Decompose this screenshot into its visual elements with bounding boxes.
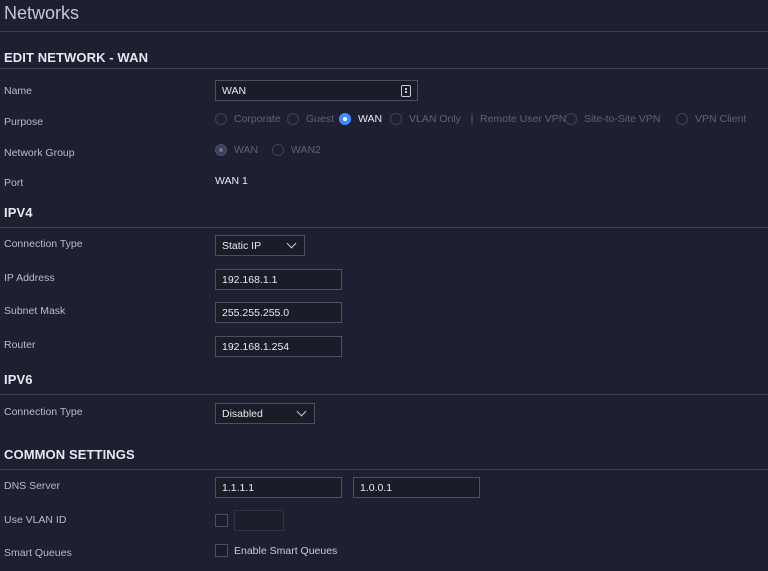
subnet-mask-input[interactable]: 255.255.255.0 (215, 302, 342, 323)
section-title-ipv6: IPV6 (4, 372, 33, 387)
ipv4-connection-type-select[interactable]: Static IP (215, 235, 305, 256)
header-divider (0, 31, 768, 32)
network-group-option-wan[interactable]: WAN (215, 144, 272, 156)
purpose-option-remote-user-vpn[interactable]: Remote User VPN (471, 113, 566, 125)
vlan-id-input[interactable] (234, 510, 284, 531)
purpose-label: Purpose (4, 116, 44, 128)
dns-primary-input[interactable]: 1.1.1.1 (215, 477, 342, 498)
radio-icon (287, 113, 299, 125)
section-title-ipv4: IPV4 (4, 205, 33, 220)
section-title-common-settings: COMMON SETTINGS (4, 447, 135, 462)
name-input-value: WAN (222, 84, 247, 97)
dns-server-label: DNS Server (4, 480, 61, 492)
network-group-radio-group: WAN WAN2 (215, 144, 321, 156)
radio-icon (676, 113, 688, 125)
ip-address-input[interactable]: 192.168.1.1 (215, 269, 342, 290)
chevron-down-icon (296, 406, 307, 417)
radio-selected-icon (215, 144, 227, 156)
enable-smart-queues-checkbox[interactable] (215, 544, 228, 557)
section-divider (0, 394, 768, 395)
name-input[interactable]: WAN (215, 80, 418, 101)
radio-selected-icon (339, 113, 351, 125)
ipv6-connection-type-select[interactable]: Disabled (215, 403, 315, 424)
radio-icon (272, 144, 284, 156)
enable-smart-queues-label[interactable]: Enable Smart Queues (234, 545, 337, 557)
use-vlan-id-checkbox[interactable] (215, 514, 228, 527)
purpose-option-vlan-only[interactable]: VLAN Only (390, 113, 471, 125)
purpose-option-vpn-client[interactable]: VPN Client (676, 113, 746, 125)
router-input[interactable]: 192.168.1.254 (215, 336, 342, 357)
ip-address-label: IP Address (4, 272, 55, 284)
radio-icon (471, 113, 473, 125)
name-label: Name (4, 85, 33, 97)
keyboard-icon[interactable] (401, 84, 411, 97)
purpose-option-guest[interactable]: Guest (287, 113, 339, 125)
section-divider (0, 68, 768, 69)
purpose-option-site-to-site-vpn[interactable]: Site-to-Site VPN (565, 113, 676, 125)
router-label: Router (4, 339, 36, 351)
ipv6-connection-type-label: Connection Type (4, 406, 83, 418)
network-group-label: Network Group (4, 147, 75, 159)
purpose-radio-group: Corporate Guest WAN VLAN Only Remote Use… (215, 113, 746, 125)
port-label: Port (4, 177, 24, 189)
network-group-option-wan2[interactable]: WAN2 (272, 144, 321, 156)
purpose-option-corporate[interactable]: Corporate (215, 113, 287, 125)
port-value: WAN 1 (215, 175, 248, 187)
ipv4-connection-type-label: Connection Type (4, 238, 83, 250)
radio-icon (390, 113, 402, 125)
chevron-down-icon (286, 238, 297, 249)
use-vlan-id-label: Use VLAN ID (4, 514, 67, 526)
section-divider (0, 227, 768, 228)
smart-queues-label: Smart Queues (4, 547, 72, 559)
page-title: Networks (4, 3, 80, 23)
purpose-option-wan[interactable]: WAN (339, 113, 390, 125)
section-divider (0, 469, 768, 470)
subnet-mask-label: Subnet Mask (4, 305, 66, 317)
radio-icon (215, 113, 227, 125)
dns-secondary-input[interactable]: 1.0.0.1 (353, 477, 480, 498)
section-title-edit-network: EDIT NETWORK - WAN (4, 50, 149, 65)
radio-icon (565, 113, 577, 125)
